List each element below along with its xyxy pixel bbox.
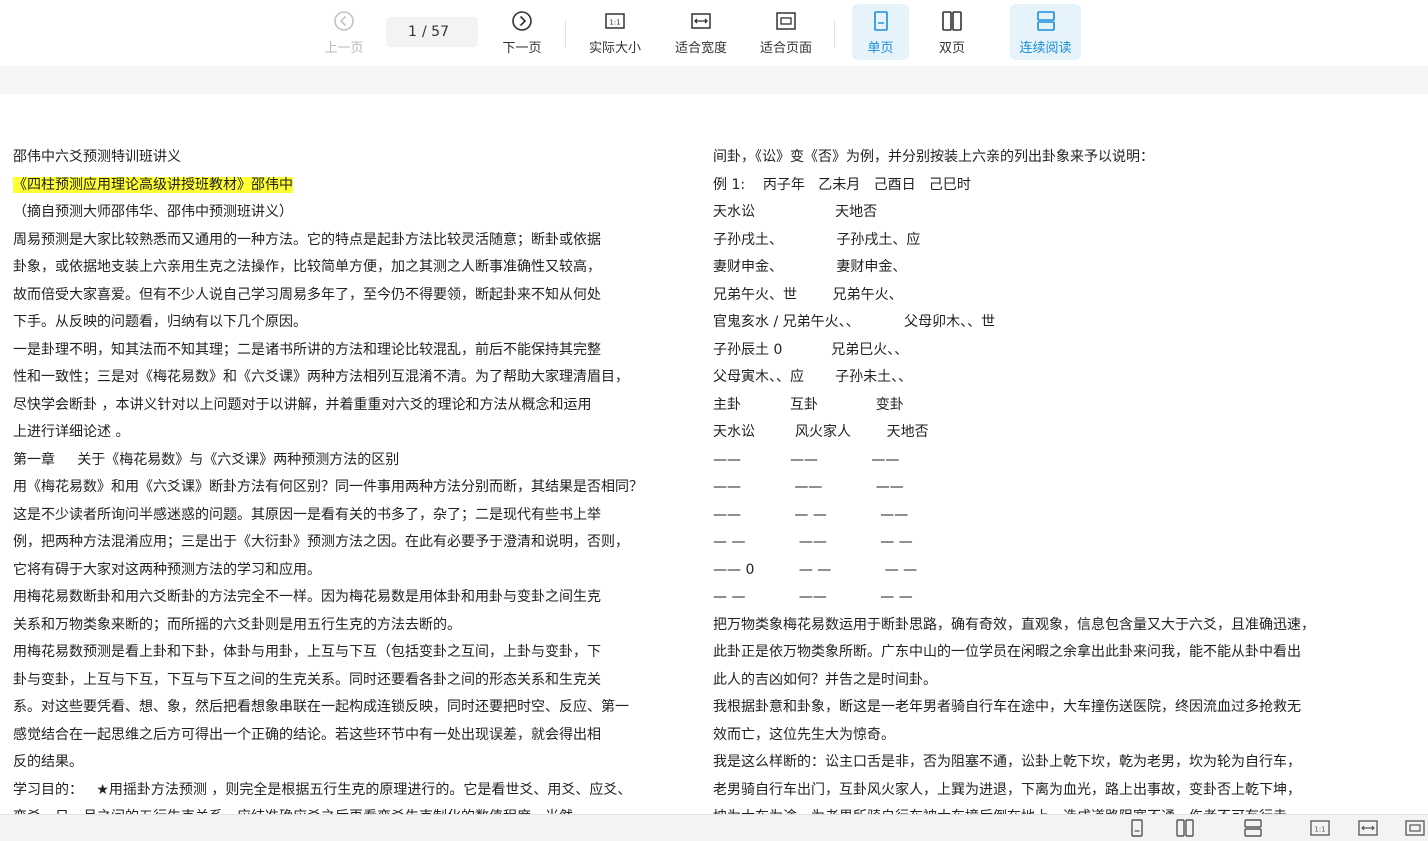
double-page-label: 双页 — [938, 41, 965, 56]
right-text-line: 父母寅木、、应 子孙未土、、 — [713, 369, 913, 385]
left-text-line: 感觉结合在一起思维之后方可得出一个正确的结论。若这些环节中有一处出现误差，就会得… — [13, 726, 601, 743]
left-text-line: 学习目的： ★用摇卦方法预测 ，则完全是根据五行生克的原理进行的。它是看世爻、用… — [13, 781, 632, 798]
single-page-button[interactable]: 单页 — [852, 4, 909, 60]
toolbar-divider — [834, 20, 835, 48]
left-text-line: 用梅花易数预测是看上卦和下卦，体卦与用卦，上互与下互（包括变卦之互间，上卦与变卦… — [13, 644, 601, 660]
page-total: / 57 — [422, 24, 449, 40]
single-page-icon — [870, 10, 892, 32]
page-gap-strip — [0, 66, 1428, 94]
right-text-line: 我是这么样断的：讼主口舌是非，否为阻塞不通，讼卦上乾下坎，乾为老男，坎为轮为自行… — [713, 754, 1301, 770]
right-text-line: — — —— — — — [713, 534, 913, 550]
page-number-box[interactable]: 1 / 57 — [386, 17, 478, 47]
fit-page-icon[interactable] — [1405, 819, 1425, 837]
right-text-line: 间卦，《讼》变《否》为例，并分别按装上六亲的列出卦象来予以说明： — [713, 149, 1154, 165]
svg-text:1:1: 1:1 — [609, 19, 620, 27]
fit-width-button[interactable]: 适合宽度 — [669, 4, 733, 60]
left-text-line: 用梅花易数断卦和用六爻断卦的方法完全不一样。因为梅花易数是用体卦和用卦与变卦之间… — [13, 589, 601, 605]
svg-text:1:1: 1:1 — [1314, 826, 1325, 834]
right-text-line: 子孙辰土 0 兄弟巳火、、 — [713, 341, 909, 358]
right-text-line: 我根据卦意和卦象，断这是一老年男者骑自行车在途中，大车撞伤送医院，终因流血过多抢… — [713, 699, 1301, 715]
arrow-left-circle-icon — [333, 10, 355, 32]
actual-size-label: 实际大小 — [588, 41, 641, 56]
fit-width-icon[interactable] — [1358, 819, 1378, 837]
left-text-line: 周易预测是大家比较熟悉而又通用的一种方法。它的特点是起卦方法比较灵活随意；断卦或… — [13, 231, 601, 248]
left-text-line: 下手。从反映的问题看，归纳有以下几个原因。 — [13, 314, 307, 330]
right-text-line: 主卦 互卦 变卦 — [713, 396, 904, 413]
next-page-button[interactable]: 下一页 — [495, 4, 549, 60]
actual-size-button[interactable]: 1:1 实际大小 — [583, 4, 647, 60]
continuous-reading-icon[interactable] — [1243, 819, 1263, 837]
right-text-line: —— —— —— — [713, 451, 900, 468]
continuous-reading-button[interactable]: 连续阅读 — [1010, 4, 1081, 60]
fit-page-label: 适合页面 — [759, 41, 812, 56]
left-text-line: 第一章 关于《梅花易数》与《六爻课》两种预测方法的区别 — [13, 451, 400, 468]
left-text-line: 变爻、日、月之间的五行生克关系，应结准确应爻之后再看变爻生克制化的数值程度，当然 — [13, 804, 703, 814]
left-text-column: 邵伟中六爻预测特训班讲义《四柱预测应用理论高级讲授班教材》邵伟中 （摘自预测大师邵… — [13, 144, 703, 814]
right-text-line: 妻财申金、 妻财申金、 — [713, 259, 907, 275]
right-text-line: —— 0 — — — — — [713, 561, 918, 578]
fit-width-label: 适合宽度 — [674, 41, 727, 56]
right-text-line: 天水讼 天地否 — [713, 204, 878, 220]
bottom-view-bar: 1:1 — [0, 814, 1428, 841]
right-text-line: 坤为大车为途，为老男所骑自行车被大车撞后倒在地上，造成道路阻塞不通，伤者不可有行… — [713, 804, 1413, 814]
right-text-line: 兄弟午火、世 兄弟午火、 — [713, 286, 903, 303]
right-text-line: 天水讼 风火家人 天地否 — [713, 424, 929, 440]
viewer-toolbar: 上一页 1 / 57 下一页 1:1 实际大小 适合宽度 适合页面 单页 双页 … — [0, 0, 1428, 66]
page-current-input[interactable]: 1 — [408, 24, 422, 40]
double-page-icon — [941, 10, 963, 32]
single-page-icon[interactable] — [1127, 819, 1147, 837]
left-text-line: 性和一致性；三是对《梅花易数》和《六爻课》两种方法相列互混淆不清。为了帮助大家理… — [13, 369, 629, 385]
right-text-line: — — —— — — — [713, 589, 913, 605]
right-text-line: —— —— —— — [713, 479, 904, 495]
left-text-line: 关系和万物类象来断的；而所摇的六爻卦则是用五行生克的方法去断的。 — [13, 616, 461, 633]
highlighted-title: 《四柱预测应用理论高级讲授班教材》邵伟中 — [13, 176, 293, 193]
right-text-line: 把万物类象梅花易数运用于断卦思路，确有奇效，直观象，信息包含量又大于六爻，且准确… — [713, 616, 1315, 633]
left-text-line: 邵伟中六爻预测特训班讲义 — [13, 149, 181, 165]
left-text-line: 尽快学会断卦 ，本讲义针对以上问题对于以讲解，并着重重对六爻的理论和方法从概念和… — [13, 396, 592, 413]
right-text-line: 此卦正是依万物类象所断。广东中山的一位学员在闲暇之余拿出此卦来问我，能不能从卦中… — [713, 644, 1301, 660]
right-text-line: 子孙戌土、 子孙戌土、应 — [713, 231, 921, 248]
left-text-line: 用《梅花易数》和用《六爻课》断卦方法有何区别？同一件事用两种方法分别而断，其结果… — [13, 479, 643, 495]
toolbar-divider — [565, 20, 566, 48]
single-page-label: 单页 — [867, 41, 894, 56]
left-text-line: 这是不少读者所询问半感迷惑的问题。其原因一是看有关的书多了，杂了；二是现代有些书… — [13, 506, 601, 523]
left-text-line: 它将有碍于大家对这两种预测方法的学习和应用。 — [13, 561, 321, 578]
right-text-line: 此人的吉凶如何？并告之是时间卦。 — [713, 671, 937, 688]
right-text-line: 官鬼亥水 / 兄弟午火、、 父母卯木、、世 — [713, 314, 996, 330]
left-text-line: 《四柱预测应用理论高级讲授班教材》邵伟中 — [13, 172, 703, 200]
prev-page-label: 上一页 — [324, 41, 364, 56]
left-text-line: 卦象，或依据地支装上六亲用生克之法操作，比较简单方便，加之其测之人断事准确性又较… — [13, 259, 601, 275]
left-text-line: 例，把两种方法混淆应用；三是出于《大衍卦》预测方法之因。在此有必要予于澄清和说明… — [13, 534, 629, 550]
fit-page-button[interactable]: 适合页面 — [754, 4, 818, 60]
right-text-line: 例 1: 丙子年 乙未月 己酉日 己巳时 — [713, 176, 971, 193]
left-text-line: 上进行详细论述 。 — [13, 424, 130, 440]
document-page: 邵伟中六爻预测特训班讲义《四柱预测应用理论高级讲授班教材》邵伟中 （摘自预测大师邵… — [0, 94, 1428, 814]
right-text-column: 间卦，《讼》变《否》为例，并分别按装上六亲的列出卦象来予以说明： 例 1: 丙子年… — [713, 144, 1413, 814]
arrow-right-circle-icon — [511, 10, 533, 32]
prev-page-button[interactable]: 上一页 — [318, 4, 370, 60]
left-text-line: 卦与变卦，上互与下互，下互与下互之间的生克关系。同时还要看各卦之间的形态关系和生… — [13, 671, 601, 688]
right-text-line: —— — — —— — [713, 506, 909, 523]
actual-size-icon[interactable]: 1:1 — [1310, 819, 1330, 837]
next-page-label: 下一页 — [502, 41, 542, 56]
double-page-icon[interactable] — [1175, 819, 1195, 837]
right-text-line: 效而亡，这位先生大为惊奇。 — [713, 726, 895, 743]
double-page-button[interactable]: 双页 — [924, 4, 980, 60]
right-text-line: 老男骑自行车出门，互卦风火家人，上巽为进退，下离为血光，路上出事故，变卦否上乾下… — [713, 781, 1301, 798]
left-text-line: 故而倍受大家喜爱。但有不少人说自己学习周易多年了，至今仍不得要领，断起卦来不知从… — [13, 286, 601, 303]
continuous-reading-label: 连续阅读 — [1019, 41, 1072, 56]
actual-size-icon: 1:1 — [604, 10, 626, 32]
continuous-reading-icon — [1035, 10, 1057, 32]
fit-page-icon — [775, 10, 797, 32]
left-text-line: 一是卦理不明，知其法而不知其理；二是诸书所讲的方法和理论比较混乱，前后不能保持其… — [13, 341, 601, 358]
left-text-line: 系。对这些要凭看、想、象，然后把看想象串联在一起构成连锁反映，同时还要把时空、反… — [13, 699, 629, 715]
fit-width-icon — [690, 10, 712, 32]
left-text-line: （摘自预测大师邵伟华、邵伟中预测班讲义） — [13, 204, 293, 220]
left-text-line: 反的结果。 — [13, 754, 83, 770]
